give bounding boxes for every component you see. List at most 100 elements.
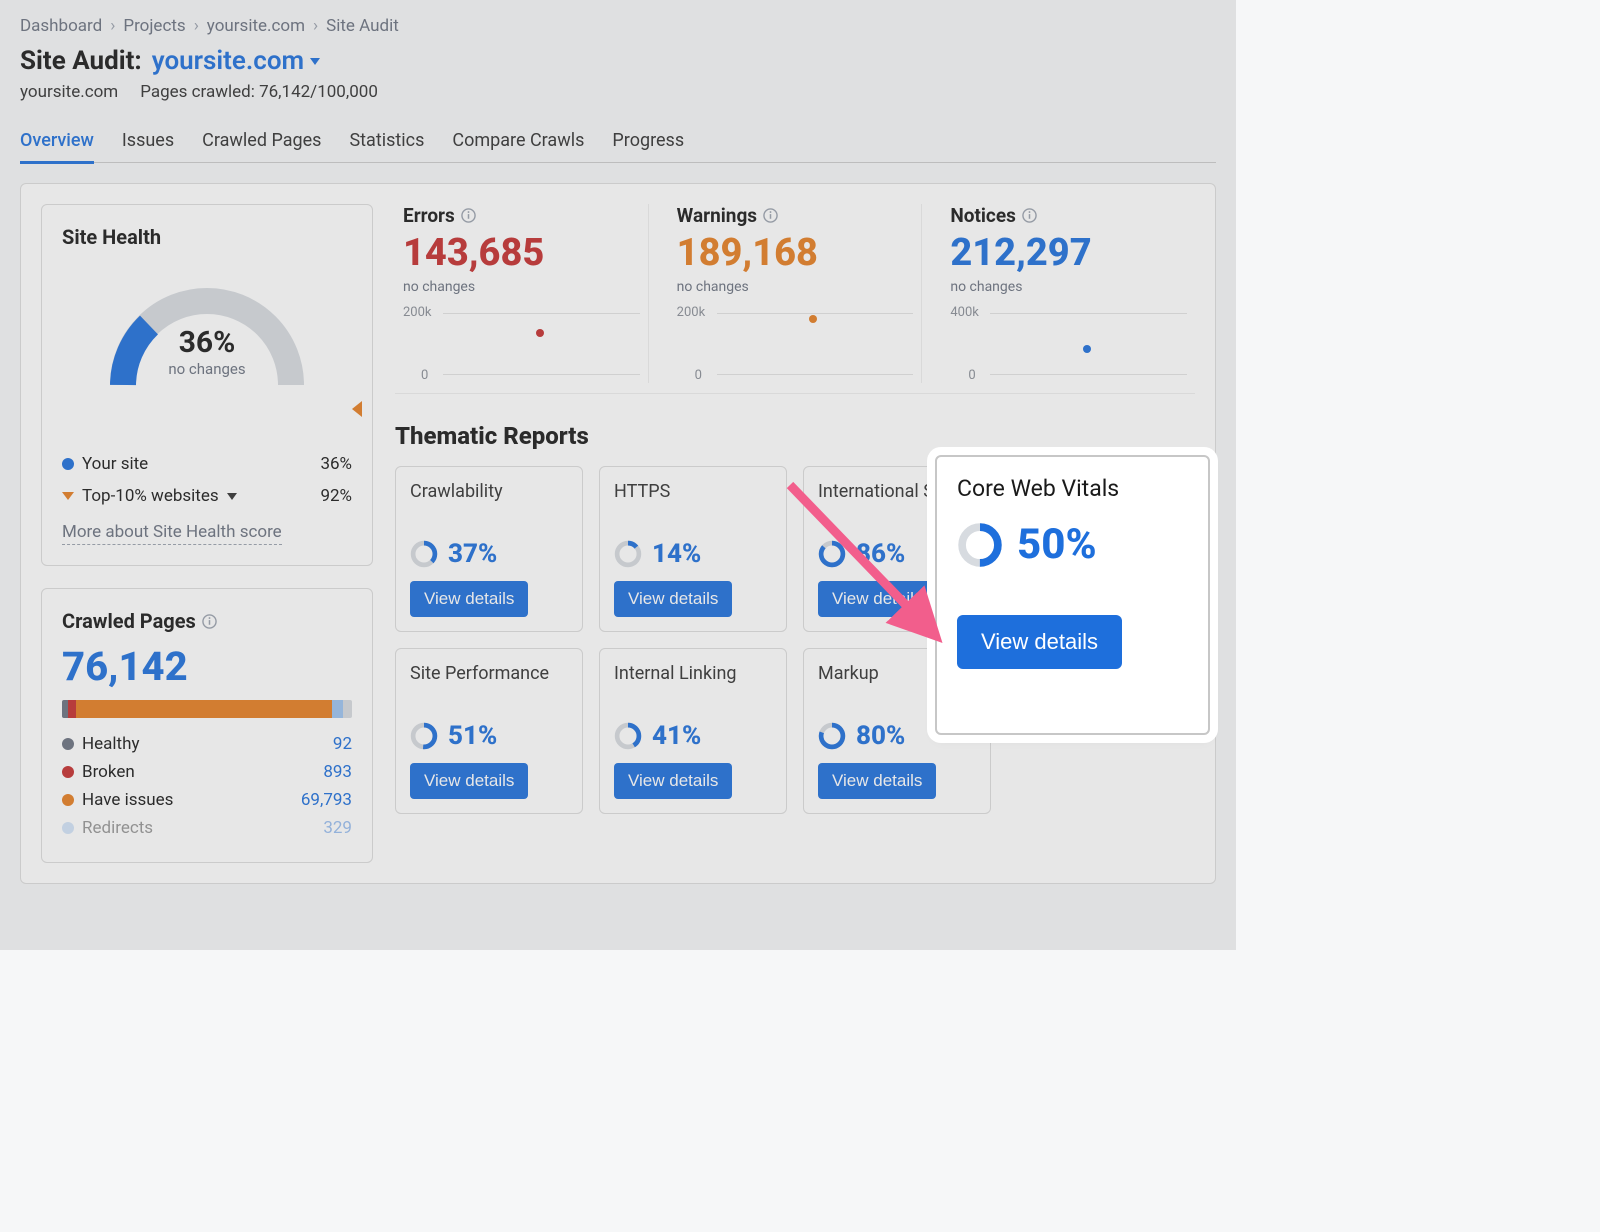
- crawled-pages-row[interactable]: Have issues69,793: [62, 786, 352, 814]
- thematic-card-title: HTTPS: [614, 481, 772, 527]
- cwv-pct: 50%: [1017, 520, 1097, 569]
- breadcrumb-projects[interactable]: Projects: [123, 16, 185, 36]
- warnings-value: 189,168: [677, 231, 914, 275]
- breadcrumb-site[interactable]: yoursite.com: [207, 16, 305, 36]
- dot-icon: [62, 766, 74, 778]
- site-selector[interactable]: yoursite.com: [152, 46, 320, 76]
- dot-icon: [62, 822, 74, 834]
- notices-stat[interactable]: Notices 212,297 no changes 400k 0: [942, 204, 1195, 383]
- notices-sub: no changes: [950, 279, 1187, 295]
- crawled-pages-value: 76,142: [62, 643, 352, 690]
- thematic-card-pct: 51%: [448, 721, 497, 751]
- cp-value: 329: [323, 818, 352, 838]
- errors-sub: no changes: [403, 279, 640, 295]
- cwv-donut-icon: [957, 522, 1003, 568]
- thematic-card-pct: 41%: [652, 721, 701, 751]
- errors-sparkline: 200k 0: [403, 305, 640, 383]
- y-min-label: 0: [695, 368, 702, 383]
- subtitle-site: yoursite.com: [20, 82, 118, 102]
- data-point-icon: [536, 329, 544, 337]
- donut-icon: [818, 540, 846, 568]
- view-details-button[interactable]: View details: [614, 581, 732, 617]
- crawled-pages-title: Crawled Pages: [62, 609, 196, 633]
- cp-label: Healthy: [82, 734, 140, 754]
- info-icon[interactable]: [1022, 208, 1037, 223]
- site-health-pct: 36%: [168, 325, 245, 360]
- breadcrumb-page: Site Audit: [326, 16, 399, 36]
- crawled-pages-row[interactable]: Redirects 329: [62, 814, 352, 842]
- thematic-card-pct: 86%: [856, 539, 905, 569]
- cp-label: Redirects: [82, 818, 153, 838]
- chevron-down-icon[interactable]: [227, 493, 237, 500]
- legend-top10-label: Top-10% websites: [82, 486, 219, 506]
- errors-stat[interactable]: Errors 143,685 no changes 200k 0: [395, 204, 649, 383]
- thematic-card-pct: 37%: [448, 539, 497, 569]
- warnings-sparkline: 200k 0: [677, 305, 914, 383]
- site-health-title: Site Health: [62, 225, 352, 249]
- donut-icon: [410, 722, 438, 750]
- crawled-pages-row[interactable]: Broken893: [62, 758, 352, 786]
- legend-your-site-label: Your site: [82, 454, 148, 474]
- view-details-button[interactable]: View details: [410, 763, 528, 799]
- crawled-pages-card: Crawled Pages 76,142 Healthy 92 Broken893H…: [41, 588, 373, 863]
- warnings-title: Warnings: [677, 204, 757, 227]
- y-max-label: 400k: [950, 305, 979, 320]
- dot-icon: [62, 738, 74, 750]
- donut-icon: [410, 540, 438, 568]
- view-details-button[interactable]: View details: [818, 763, 936, 799]
- breadcrumb-dashboard[interactable]: Dashboard: [20, 16, 102, 36]
- y-min-label: 0: [421, 368, 428, 383]
- tab-crawled-pages[interactable]: Crawled Pages: [202, 120, 321, 162]
- y-max-label: 200k: [403, 305, 432, 320]
- donut-icon: [614, 722, 642, 750]
- y-max-label: 200k: [677, 305, 706, 320]
- y-min-label: 0: [968, 368, 975, 383]
- thematic-card: Internal Linking 41% View details: [599, 648, 787, 814]
- cp-label: Broken: [82, 762, 135, 782]
- stats-row: Errors 143,685 no changes 200k 0: [395, 204, 1195, 394]
- cp-value: 92: [333, 734, 352, 754]
- cwv-view-details-button[interactable]: View details: [957, 615, 1122, 669]
- page-title: Site Audit:: [20, 46, 142, 76]
- notices-title: Notices: [950, 204, 1016, 227]
- notices-sparkline: 400k 0: [950, 305, 1187, 383]
- view-details-button[interactable]: View details: [410, 581, 528, 617]
- info-icon[interactable]: [202, 614, 217, 629]
- thematic-card: Site Performance 51% View details: [395, 648, 583, 814]
- tab-progress[interactable]: Progress: [612, 120, 684, 162]
- tab-issues[interactable]: Issues: [122, 120, 174, 162]
- warnings-sub: no changes: [677, 279, 914, 295]
- donut-icon: [614, 540, 642, 568]
- thematic-reports-heading: Thematic Reports: [395, 422, 1195, 450]
- errors-title: Errors: [403, 204, 455, 227]
- thematic-card-title: Site Performance: [410, 663, 568, 709]
- triangle-down-icon: [62, 492, 74, 500]
- donut-icon: [818, 722, 846, 750]
- breadcrumb-sep-icon: ›: [194, 16, 199, 36]
- pages-crawled-text: Pages crawled: 76,142/100,000: [140, 82, 378, 102]
- thematic-card-pct: 14%: [652, 539, 701, 569]
- info-icon[interactable]: [763, 208, 778, 223]
- legend-your-site-val: 36%: [320, 454, 352, 474]
- notices-value: 212,297: [950, 231, 1187, 275]
- thematic-card-title: Crawlability: [410, 481, 568, 527]
- crawled-pages-row[interactable]: Healthy 92: [62, 730, 352, 758]
- warnings-stat[interactable]: Warnings 189,168 no changes 200k 0: [669, 204, 923, 383]
- thematic-card-pct: 80%: [856, 721, 905, 751]
- info-icon[interactable]: [461, 208, 476, 223]
- site-health-more-link[interactable]: More about Site Health score: [62, 522, 282, 545]
- tab-overview[interactable]: Overview: [20, 120, 94, 164]
- tab-compare-crawls[interactable]: Compare Crawls: [452, 120, 584, 162]
- tabs-nav: Overview Issues Crawled Pages Statistics…: [20, 120, 1216, 163]
- site-selector-label: yoursite.com: [152, 46, 304, 76]
- cwv-title: Core Web Vitals: [957, 475, 1188, 502]
- tab-statistics[interactable]: Statistics: [349, 120, 424, 162]
- view-details-button[interactable]: View details: [614, 763, 732, 799]
- breadcrumb: Dashboard › Projects › yoursite.com › Si…: [20, 16, 1216, 36]
- site-health-marker-icon: [352, 401, 362, 417]
- site-health-card: Site Health 36% no changes: [41, 204, 373, 566]
- breadcrumb-sep-icon: ›: [313, 16, 318, 36]
- thematic-card: HTTPS 14% View details: [599, 466, 787, 632]
- view-details-button[interactable]: View details: [818, 581, 936, 617]
- dot-icon: [62, 794, 74, 806]
